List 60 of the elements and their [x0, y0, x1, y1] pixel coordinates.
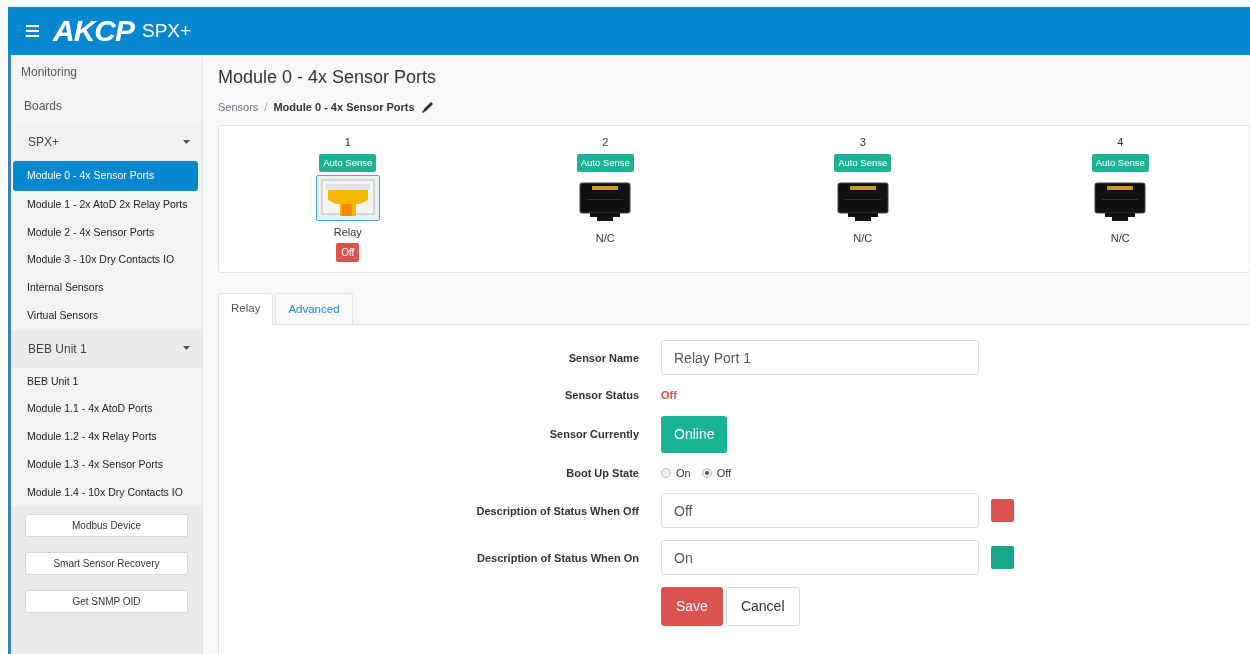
sidebar-button[interactable]: Modbus Device [25, 514, 188, 538]
sidebar-button[interactable]: Get SNMP OID [25, 590, 188, 614]
sidebar-item[interactable]: Module 0 - 4x Sensor Ports [13, 161, 198, 191]
sidebar-item[interactable]: Module 1.3 - 4x Sensor Ports [13, 450, 198, 479]
page-title: Module 0 - 4x Sensor Ports [218, 67, 438, 89]
port-number: 2 [602, 135, 609, 151]
field-label: Sensor Currently [548, 427, 639, 443]
port-status-badge: Off [336, 243, 360, 263]
status-value: Off [661, 388, 677, 404]
save-button[interactable]: Save [661, 587, 723, 627]
tab[interactable]: Advanced [275, 293, 353, 325]
sidebar-item[interactable]: Module 3 - 10x Dry Contacts IO [13, 246, 198, 274]
sidebar-section: Boards [11, 89, 202, 123]
port-number: 4 [1117, 135, 1124, 151]
sidebar-button[interactable]: Smart Sensor Recovery [25, 552, 188, 576]
radio-label: Off [716, 465, 732, 481]
sidebar-item[interactable]: Module 1.4 - 10x Dry Contacts IO [13, 478, 198, 507]
radio-button[interactable] [701, 468, 712, 479]
color-swatch[interactable] [991, 546, 1014, 570]
sidebar-item[interactable]: Module 2 - 4x Sensor Ports [13, 218, 198, 247]
radio-button[interactable] [661, 468, 671, 479]
breadcrumb-item[interactable]: Sensors [218, 98, 259, 116]
breadcrumb-separator: / [264, 99, 268, 115]
port-label: N/C [595, 230, 615, 246]
field-label: Sensor Name [567, 350, 639, 366]
field-label: Sensor Status [564, 388, 639, 404]
sidebar-item[interactable]: BEB Unit 1 [13, 367, 198, 396]
text-field[interactable]: On [661, 540, 979, 576]
auto-sense-badge: Auto Sense [576, 153, 634, 172]
tab[interactable]: Relay [218, 293, 274, 326]
port-number: 3 [859, 135, 866, 151]
brand-logo: AKCP [53, 16, 134, 46]
sidebar-item[interactable]: Module 1.1 - 4x AtoD Ports [13, 395, 198, 423]
auto-sense-badge: Auto Sense [834, 153, 892, 172]
auto-sense-badge: Auto Sense [319, 153, 377, 172]
sidebar-group[interactable]: BEB Unit 1 [11, 329, 202, 368]
sidebar-item[interactable]: Module 1.2 - 4x Relay Ports [13, 423, 198, 451]
sidebar-heading: Monitoring [20, 64, 79, 81]
field-label: Boot Up State [565, 465, 639, 481]
sidebar-item[interactable]: Internal Sensors [13, 274, 198, 302]
port-number: 1 [344, 135, 351, 151]
cancel-button[interactable]: Cancel [725, 587, 800, 627]
pencil-icon[interactable] [420, 99, 434, 114]
sidebar-item[interactable]: Module 1 - 2x AtoD 2x Relay Ports [13, 190, 198, 219]
color-swatch[interactable] [991, 499, 1014, 523]
auto-sense-badge: Auto Sense [1091, 153, 1149, 172]
port-label: Relay [333, 224, 362, 240]
field-label: Description of Status When Off [475, 503, 639, 519]
product-name: SPX+ [142, 18, 192, 43]
text-field[interactable]: Off [661, 493, 979, 529]
port-label: N/C [853, 230, 873, 246]
caret-icon [183, 138, 190, 146]
menu-icon[interactable] [26, 24, 39, 38]
sidebar-item[interactable]: Virtual Sensors [13, 301, 198, 330]
radio-label: On [676, 465, 691, 481]
breadcrumb-item: Module 0 - 4x Sensor Ports [273, 99, 415, 115]
text-field[interactable]: Relay Port 1 [661, 340, 979, 376]
caret-icon [183, 345, 190, 352]
field-label: Description of Status When On [476, 550, 639, 566]
port-label: N/C [1110, 230, 1130, 246]
